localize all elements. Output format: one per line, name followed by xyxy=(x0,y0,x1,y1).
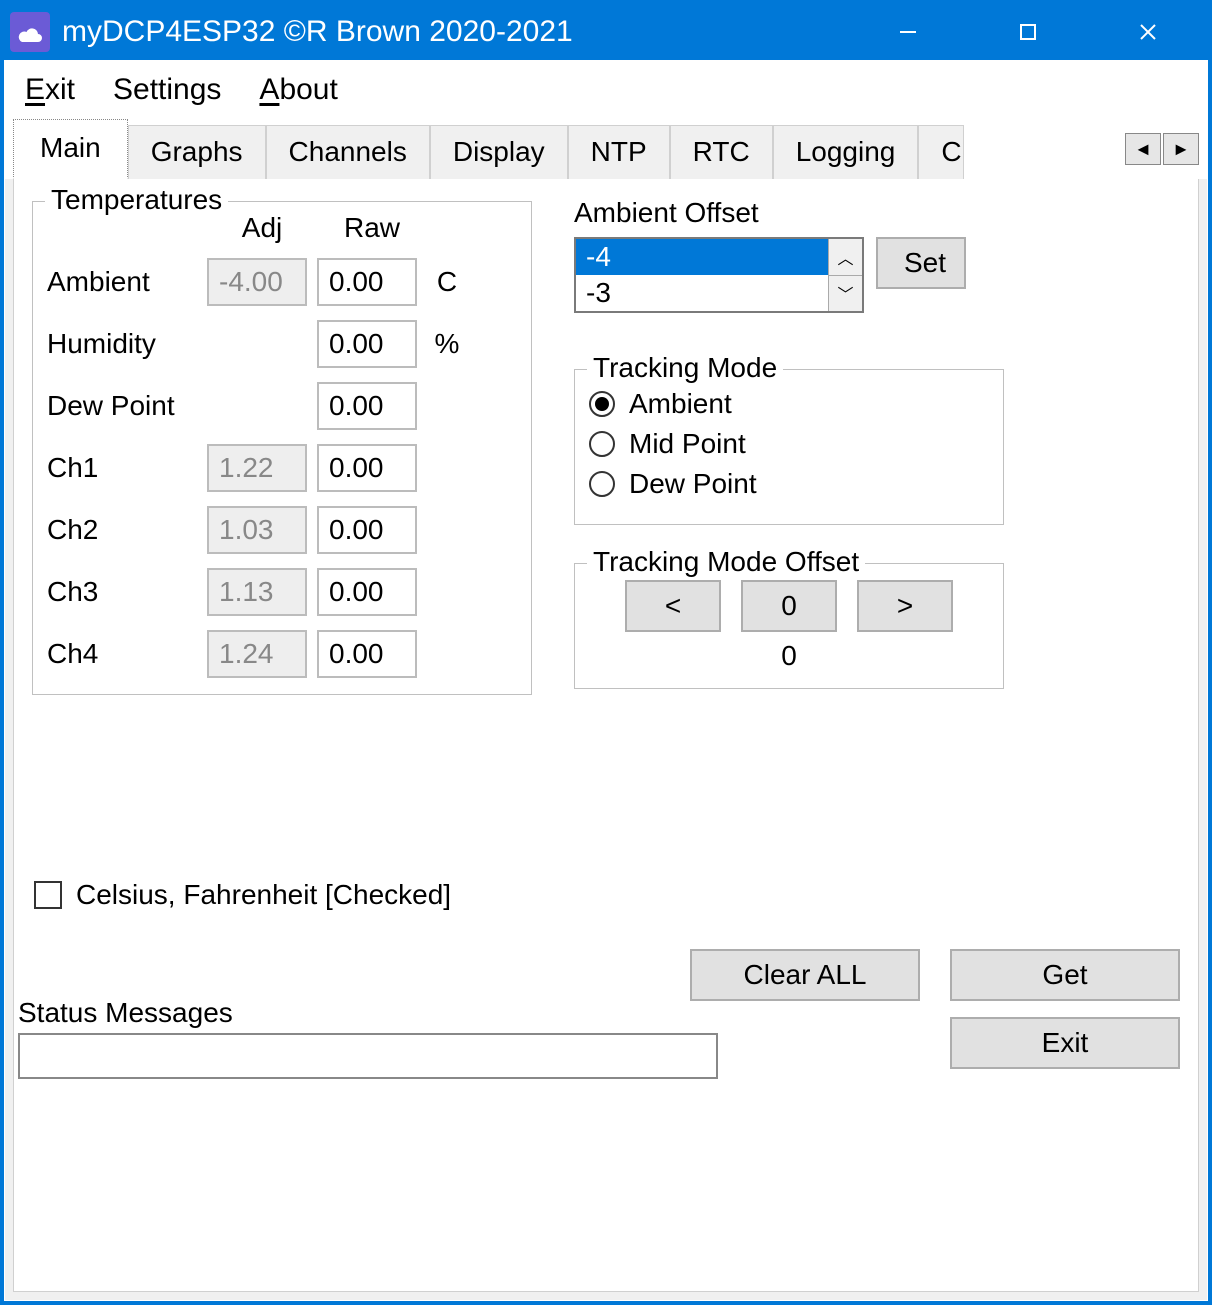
tracking-mode-offset-legend: Tracking Mode Offset xyxy=(587,546,865,578)
close-button[interactable] xyxy=(1088,4,1208,60)
ambient-raw[interactable]: 0.00 xyxy=(317,258,417,306)
row-ch2-label: Ch2 xyxy=(47,514,207,546)
radio-label: Ambient xyxy=(629,388,732,420)
window-title: myDCP4ESP32 ©R Brown 2020-2021 xyxy=(62,15,848,49)
row-ch3-label: Ch3 xyxy=(47,576,207,608)
tab-ntp[interactable]: NTP xyxy=(568,125,670,179)
tab-main[interactable]: Main xyxy=(13,119,128,179)
tab-display[interactable]: Display xyxy=(430,125,568,179)
tab-scroll-left[interactable]: ◄ xyxy=(1125,133,1161,165)
title-bar: myDCP4ESP32 ©R Brown 2020-2021 xyxy=(4,4,1208,60)
tracking-mode-dewpoint[interactable]: Dew Point xyxy=(589,468,989,500)
tab-rtc[interactable]: RTC xyxy=(670,125,773,179)
status-messages-field[interactable] xyxy=(18,1033,718,1079)
ambient-unit: C xyxy=(427,266,467,298)
ch1-adj: 1.22 xyxy=(207,444,307,492)
tab-overflow[interactable]: C xyxy=(918,125,964,179)
ambient-offset-label: Ambient Offset xyxy=(574,197,1004,229)
tmo-current-value: 0 xyxy=(589,640,989,672)
tmo-increment-button[interactable]: > xyxy=(857,580,953,632)
adj-header: Adj xyxy=(207,212,317,244)
menu-settings[interactable]: Settings xyxy=(113,73,221,107)
tracking-mode-group: Tracking Mode Ambient Mid Point Dew Poin… xyxy=(574,369,1004,525)
humidity-raw[interactable]: 0.00 xyxy=(317,320,417,368)
ch4-raw[interactable]: 0.00 xyxy=(317,630,417,678)
ch2-raw[interactable]: 0.00 xyxy=(317,506,417,554)
tmo-value-display: 0 xyxy=(741,580,837,632)
tab-bar: Main Graphs Channels Display NTP RTC Log… xyxy=(5,119,1207,179)
row-ch1-label: Ch1 xyxy=(47,452,207,484)
app-icon xyxy=(10,12,50,52)
tracking-mode-ambient[interactable]: Ambient xyxy=(589,388,989,420)
row-humidity-label: Humidity xyxy=(47,328,207,360)
tracking-mode-offset-group: Tracking Mode Offset < 0 > 0 xyxy=(574,563,1004,689)
tab-logging[interactable]: Logging xyxy=(773,125,919,179)
spinner-down-icon[interactable]: ﹀ xyxy=(828,275,862,312)
tracking-mode-legend: Tracking Mode xyxy=(587,352,783,384)
unit-checkbox-label: Celsius, Fahrenheit [Checked] xyxy=(76,879,451,911)
radio-label: Dew Point xyxy=(629,468,757,500)
ambient-offset-option-selected[interactable]: -4 xyxy=(576,239,828,275)
tracking-mode-midpoint[interactable]: Mid Point xyxy=(589,428,989,460)
get-button[interactable]: Get xyxy=(950,949,1180,1001)
spinner-up-icon[interactable]: ︿ xyxy=(828,239,862,275)
checkbox-icon[interactable] xyxy=(34,881,62,909)
tab-scroll-right[interactable]: ► xyxy=(1163,133,1199,165)
row-ambient-label: Ambient xyxy=(47,266,207,298)
ambient-adj: -4.00 xyxy=(207,258,307,306)
set-button[interactable]: Set xyxy=(876,237,966,289)
temperatures-group: Temperatures Adj Raw Ambient -4.00 0.00 … xyxy=(32,201,532,695)
radio-label: Mid Point xyxy=(629,428,746,460)
ch2-adj: 1.03 xyxy=(207,506,307,554)
unit-checkbox[interactable]: Celsius, Fahrenheit [Checked] xyxy=(34,879,451,911)
status-label: Status Messages xyxy=(18,997,718,1029)
humidity-unit: % xyxy=(427,328,467,360)
ambient-offset-spinner[interactable]: -4 -3 ︿ ﹀ xyxy=(574,237,864,313)
exit-button[interactable]: Exit xyxy=(950,1017,1180,1069)
row-ch4-label: Ch4 xyxy=(47,638,207,670)
dewpoint-raw[interactable]: 0.00 xyxy=(317,382,417,430)
temperatures-legend: Temperatures xyxy=(45,184,228,216)
minimize-button[interactable] xyxy=(848,4,968,60)
menu-exit[interactable]: Exit xyxy=(25,73,75,107)
ch4-adj: 1.24 xyxy=(207,630,307,678)
menu-about[interactable]: About xyxy=(259,73,337,107)
maximize-button[interactable] xyxy=(968,4,1088,60)
clear-all-button[interactable]: Clear ALL xyxy=(690,949,920,1001)
ch3-raw[interactable]: 0.00 xyxy=(317,568,417,616)
menu-bar: Exit Settings About xyxy=(5,61,1207,119)
row-dewpoint-label: Dew Point xyxy=(47,390,207,422)
raw-header: Raw xyxy=(317,212,427,244)
ambient-offset-option[interactable]: -3 xyxy=(576,275,828,311)
tab-panel-main: Temperatures Adj Raw Ambient -4.00 0.00 … xyxy=(13,179,1199,1292)
ch3-adj: 1.13 xyxy=(207,568,307,616)
ch1-raw[interactable]: 0.00 xyxy=(317,444,417,492)
tmo-decrement-button[interactable]: < xyxy=(625,580,721,632)
tab-graphs[interactable]: Graphs xyxy=(128,125,266,179)
tab-channels[interactable]: Channels xyxy=(266,125,430,179)
